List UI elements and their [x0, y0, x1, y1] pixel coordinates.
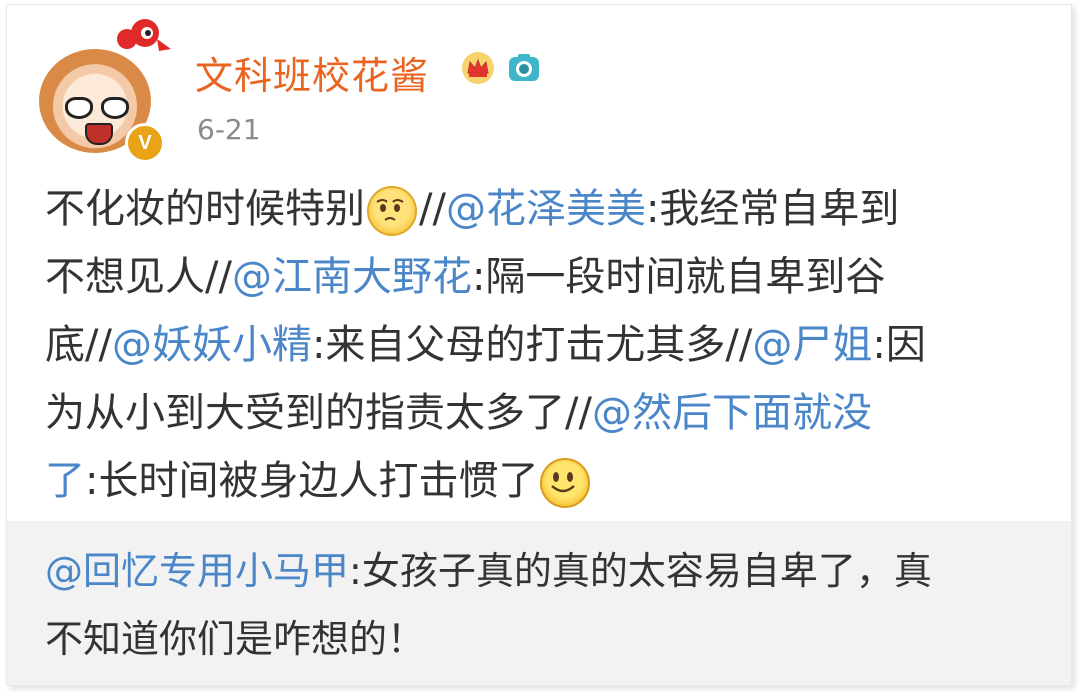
post-date: 6-21 — [197, 113, 261, 146]
user-mention-link[interactable]: @妖妖小精 — [112, 322, 312, 368]
post-content: 不化妆的时候特别 //@花泽美美:我经常自卑到不想见人//@江南大野花:隔一段时间… — [45, 175, 1045, 515]
text-line: 了:长时间被身边人打击惯了 — [45, 447, 1045, 515]
sad-face-icon — [367, 186, 417, 236]
username[interactable]: 文科班校花酱 — [195, 45, 429, 100]
text-line: 底//@妖妖小精:来自父母的打击尤其多//@尸姐:因 — [45, 311, 1045, 379]
text-segment: 底// — [45, 322, 112, 368]
retweet-block[interactable]: @回忆专用小马甲:女孩子真的真的太容易自卑了，真不知道你们是咋想的！ — [7, 521, 1071, 685]
text-segment: 不想见人// — [45, 254, 232, 300]
retweet-content: @回忆专用小马甲:女孩子真的真的太容易自卑了，真不知道你们是咋想的！ — [45, 539, 1045, 675]
text-segment: :因 — [872, 322, 926, 368]
text-line: 不知道你们是咋想的！ — [45, 607, 1045, 675]
smile-face-icon — [540, 458, 591, 508]
text-segment: 为从小到大受到的指责太多了// — [45, 390, 592, 436]
text-segment: :来自父母的打击尤其多// — [311, 322, 753, 368]
weibo-post-card: V 文科班校花酱 6-21 不化妆的时候特别 //@花泽美美:我经常自卑到不想见人… — [6, 4, 1072, 686]
text-line: 不想见人//@江南大野花:隔一段时间就自卑到谷 — [45, 243, 1045, 311]
user-mention-link[interactable]: 了 — [45, 458, 85, 504]
user-mention-link[interactable]: @回忆专用小马甲 — [45, 549, 349, 593]
text-segment: :女孩子真的真的太容易自卑了，真 — [349, 549, 932, 593]
text-line: 为从小到大受到的指责太多了//@然后下面就没 — [45, 379, 1045, 447]
text-segment: 不化妆的时候特别 — [45, 186, 365, 232]
text-segment: :长时间被身边人打击惯了 — [85, 458, 539, 504]
user-mention-link[interactable]: @尸姐 — [752, 322, 872, 368]
text-segment: 不知道你们是咋想的！ — [45, 617, 426, 661]
hair-ornament-icon — [117, 19, 171, 51]
user-mention-link[interactable]: @然后下面就没 — [592, 390, 872, 436]
verified-v-badge-icon: V — [125, 123, 165, 163]
crown-icon[interactable] — [461, 51, 495, 85]
user-mention-link[interactable]: @花泽美美 — [446, 186, 646, 232]
text-segment: :我经常自卑到 — [645, 186, 900, 232]
user-avatar[interactable]: V — [39, 19, 171, 163]
text-segment: :隔一段时间就自卑到谷 — [471, 254, 886, 300]
user-mention-link[interactable]: @江南大野花 — [232, 254, 472, 300]
text-line: 不化妆的时候特别 //@花泽美美:我经常自卑到 — [45, 175, 1045, 243]
text-segment: // — [419, 186, 446, 232]
camera-icon[interactable] — [507, 51, 541, 85]
text-line: @回忆专用小马甲:女孩子真的真的太容易自卑了，真 — [45, 539, 1045, 607]
